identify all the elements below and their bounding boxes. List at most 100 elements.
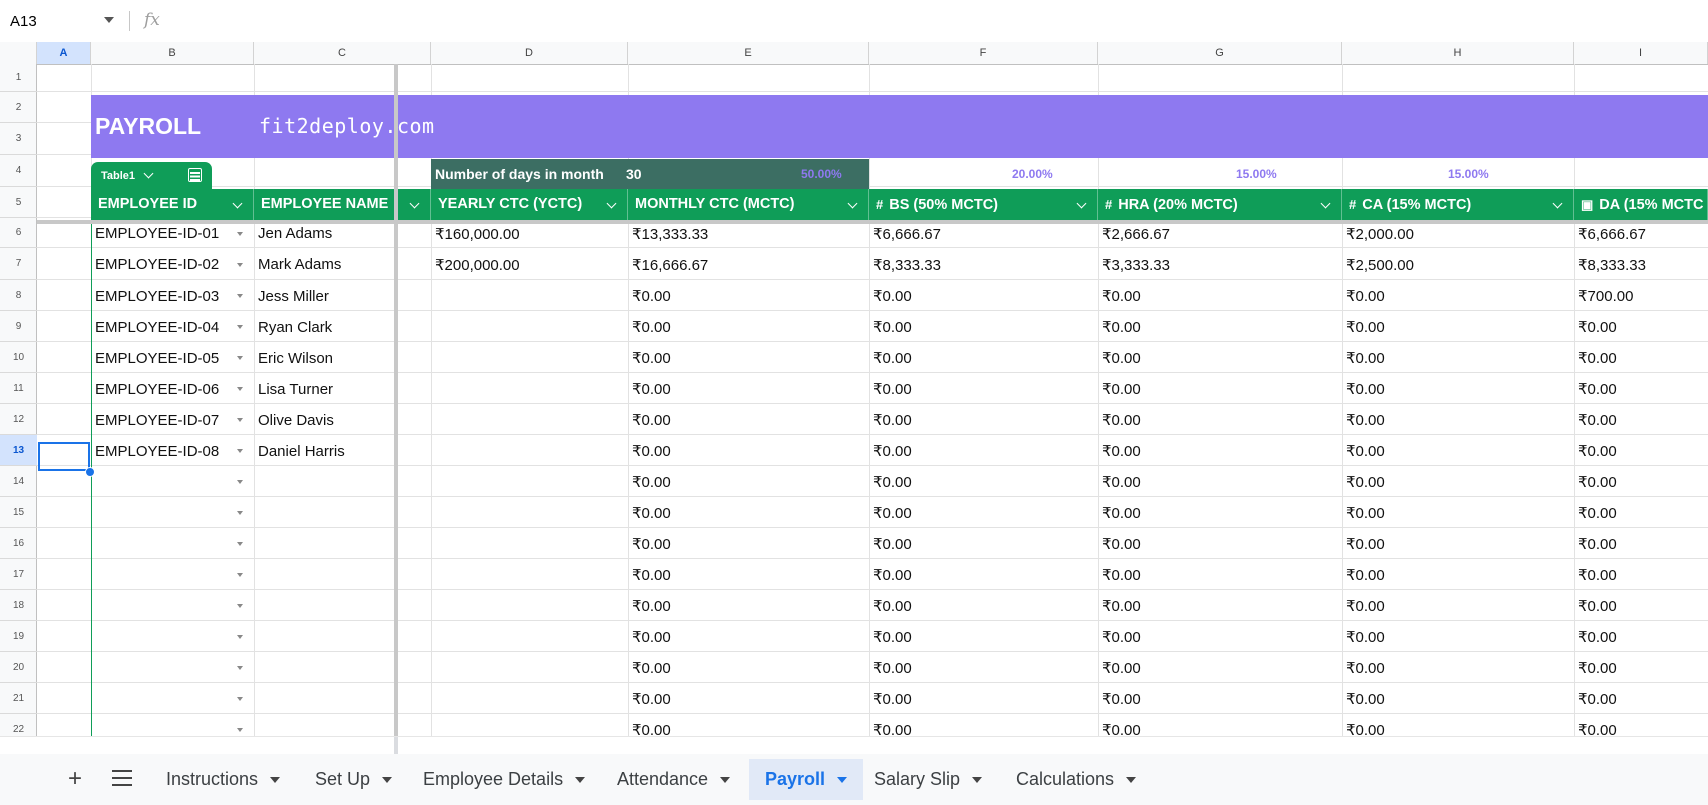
cell-mctc[interactable]: ₹0.00	[628, 654, 869, 682]
chevron-down-icon[interactable]	[575, 777, 586, 784]
cell-hra[interactable]: ₹0.00	[1098, 282, 1342, 310]
row-header-13[interactable]: 13	[0, 435, 37, 466]
dropdown-arrow-icon[interactable]	[237, 449, 243, 453]
da-percentage[interactable]: 15.00%	[1444, 159, 1708, 189]
row-header-7[interactable]: 7	[0, 248, 37, 280]
cell-da[interactable]: ₹0.00	[1574, 437, 1708, 465]
cell-bs[interactable]: ₹0.00	[869, 685, 1098, 713]
cell-mctc[interactable]: ₹0.00	[628, 437, 869, 465]
cell-mctc[interactable]: ₹0.00	[628, 592, 869, 620]
row-header-19[interactable]: 19	[0, 621, 37, 652]
header-hra[interactable]: # HRA (20% MCTC)	[1098, 189, 1342, 220]
cell-name[interactable]: Daniel Harris	[254, 437, 431, 465]
dropdown-arrow-icon[interactable]	[237, 542, 243, 546]
row-header-4[interactable]: 4	[0, 155, 37, 187]
row-header-11[interactable]: 11	[0, 373, 37, 404]
column-header-a[interactable]: A	[37, 42, 91, 64]
cell-hra[interactable]: ₹0.00	[1098, 716, 1342, 736]
cell-name[interactable]: Jen Adams	[254, 220, 431, 247]
cell-hra[interactable]: ₹2,666.67	[1098, 220, 1342, 247]
dropdown-arrow-icon[interactable]	[237, 666, 243, 670]
cell-name[interactable]	[254, 468, 431, 496]
row-header-12[interactable]: 12	[0, 404, 37, 435]
chevron-down-icon[interactable]	[143, 168, 154, 179]
cell-hra[interactable]: ₹0.00	[1098, 499, 1342, 527]
chevron-down-icon[interactable]	[104, 17, 114, 23]
cell-bs[interactable]: ₹8,333.33	[869, 250, 1098, 279]
dropdown-arrow-icon[interactable]	[237, 356, 243, 360]
select-all-corner[interactable]	[0, 42, 37, 64]
cell-id[interactable]	[91, 530, 254, 558]
cell-bs[interactable]: ₹0.00	[869, 344, 1098, 372]
ca-percentage[interactable]: 15.00%	[1232, 159, 1448, 189]
row-header-8[interactable]: 8	[0, 280, 37, 311]
cell-name[interactable]	[254, 623, 431, 651]
cell-yctc[interactable]	[431, 623, 628, 651]
cell-name[interactable]	[254, 716, 431, 736]
row-header-3[interactable]: 3	[0, 123, 37, 155]
table-name-chip[interactable]: Table1	[91, 162, 212, 189]
chevron-down-icon[interactable]	[270, 777, 281, 784]
cell-ca[interactable]: ₹0.00	[1342, 592, 1574, 620]
cell-bs[interactable]: ₹0.00	[869, 716, 1098, 736]
cell-id[interactable]	[91, 716, 254, 736]
cell-yctc[interactable]	[431, 437, 628, 465]
cell-yctc[interactable]	[431, 561, 628, 589]
cell-name[interactable]: Ryan Clark	[254, 313, 431, 341]
cell-hra[interactable]: ₹0.00	[1098, 344, 1342, 372]
row-header-17[interactable]: 17	[0, 559, 37, 590]
cell-name[interactable]	[254, 592, 431, 620]
row-header-16[interactable]: 16	[0, 528, 37, 559]
cell-yctc[interactable]	[431, 344, 628, 372]
cell-hra[interactable]: ₹0.00	[1098, 592, 1342, 620]
chevron-down-icon[interactable]	[1552, 198, 1563, 209]
cell-da[interactable]: ₹0.00	[1574, 313, 1708, 341]
chevron-down-icon[interactable]	[847, 198, 858, 209]
cell-da[interactable]: ₹6,666.67	[1574, 220, 1708, 247]
cell-id[interactable]	[91, 561, 254, 589]
cell-id[interactable]: EMPLOYEE-ID-04	[91, 313, 254, 341]
cell-da[interactable]: ₹0.00	[1574, 530, 1708, 558]
chevron-down-icon[interactable]	[720, 777, 731, 784]
cell-yctc[interactable]	[431, 499, 628, 527]
cell-id[interactable]	[91, 468, 254, 496]
header-yearly-ctc[interactable]: YEARLY CTC (YCTC)	[431, 189, 628, 220]
cell-hra[interactable]: ₹0.00	[1098, 437, 1342, 465]
sheet-grid[interactable]: PAYROLL fit2deploy.com Table1 Number of …	[37, 64, 1708, 736]
cell-mctc[interactable]: ₹0.00	[628, 716, 869, 736]
dropdown-arrow-icon[interactable]	[237, 697, 243, 701]
cell-mctc[interactable]: ₹0.00	[628, 375, 869, 403]
plus-icon[interactable]: +	[60, 764, 90, 794]
cell-mctc[interactable]: ₹0.00	[628, 468, 869, 496]
column-header-e[interactable]: E	[628, 42, 869, 64]
sheet-tab-calculations[interactable]: Calculations	[1000, 759, 1152, 800]
header-bs[interactable]: # BS (50% MCTC)	[869, 189, 1098, 220]
row-header-9[interactable]: 9	[0, 311, 37, 342]
cell-mctc[interactable]: ₹0.00	[628, 406, 869, 434]
header-employee-name[interactable]: EMPLOYEE NAME	[254, 189, 431, 220]
header-da[interactable]: ▣ DA (15% MCTC	[1574, 189, 1708, 220]
cell-yctc[interactable]	[431, 282, 628, 310]
dropdown-arrow-icon[interactable]	[237, 294, 243, 298]
sheet-tab-payroll[interactable]: Payroll	[749, 759, 864, 800]
cell-name[interactable]: Mark Adams	[254, 250, 431, 279]
cell-name[interactable]: Jess Miller	[254, 282, 431, 310]
bs-percentage[interactable]: 50.00%	[797, 159, 1012, 189]
hra-percentage[interactable]: 20.00%	[1008, 159, 1236, 189]
header-ca[interactable]: # CA (15% MCTC)	[1342, 189, 1574, 220]
cell-mctc[interactable]: ₹0.00	[628, 313, 869, 341]
cell-id[interactable]: EMPLOYEE-ID-08	[91, 437, 254, 465]
cell-ca[interactable]: ₹0.00	[1342, 530, 1574, 558]
chevron-down-icon[interactable]	[1320, 198, 1331, 209]
cell-hra[interactable]: ₹0.00	[1098, 313, 1342, 341]
row-header-18[interactable]: 18	[0, 590, 37, 621]
cell-mctc[interactable]: ₹0.00	[628, 530, 869, 558]
cell-ca[interactable]: ₹0.00	[1342, 716, 1574, 736]
cell-yctc[interactable]: ₹160,000.00	[431, 220, 628, 247]
cell-da[interactable]: ₹0.00	[1574, 623, 1708, 651]
cell-da[interactable]: ₹0.00	[1574, 344, 1708, 372]
cell-hra[interactable]: ₹3,333.33	[1098, 250, 1342, 279]
cell-mctc[interactable]: ₹0.00	[628, 499, 869, 527]
cell-yctc[interactable]	[431, 530, 628, 558]
cell-hra[interactable]: ₹0.00	[1098, 654, 1342, 682]
